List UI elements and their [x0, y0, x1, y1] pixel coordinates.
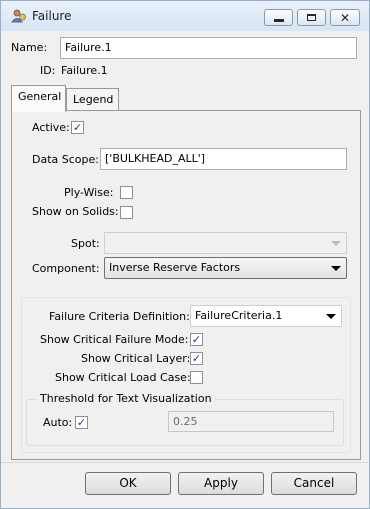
active-checkbox[interactable]: ✓: [71, 121, 84, 134]
spot-label: Spot:: [71, 237, 100, 250]
threshold-group: Threshold for Text Visualization Auto: ✓…: [26, 392, 344, 446]
maximize-button[interactable]: [297, 9, 326, 26]
id-value: Failure.1: [61, 64, 108, 77]
ply-wise-checkbox[interactable]: [120, 186, 133, 199]
minimize-button[interactable]: [264, 9, 293, 26]
close-icon: ✕: [340, 11, 351, 25]
button-separator: [1, 462, 369, 463]
id-label: ID:: [40, 64, 56, 77]
component-dropdown[interactable]: Inverse Reserve Factors: [104, 257, 347, 279]
criteria-definition-value: FailureCriteria.1: [195, 309, 283, 322]
critical-load-case-label: Show Critical Load Case:: [55, 371, 191, 384]
data-scope-label: Data Scope:: [32, 153, 99, 166]
threshold-value-field[interactable]: 0.25: [168, 411, 334, 432]
threshold-group-title: Threshold for Text Visualization: [37, 392, 215, 405]
critical-load-case-checkbox[interactable]: [190, 371, 203, 384]
data-scope-field[interactable]: ['BULKHEAD_ALL']: [100, 148, 347, 170]
tab-legend[interactable]: Legend: [66, 88, 119, 112]
tab-general[interactable]: General: [11, 85, 66, 112]
failure-dialog: Failure ✕ Name: Failure.1 ID: Failure.1 …: [0, 0, 370, 509]
chevron-down-icon: [331, 241, 341, 246]
general-tab-panel: Active: ✓ Data Scope: ['BULKHEAD_ALL'] P…: [11, 110, 361, 460]
show-on-solids-checkbox[interactable]: [120, 206, 133, 219]
auto-checkbox[interactable]: ✓: [75, 416, 88, 429]
show-on-solids-label: Show on Solids:: [32, 205, 119, 218]
minimize-icon: [274, 19, 284, 22]
criteria-definition-label: Failure Criteria Definition:: [49, 310, 190, 323]
critical-failure-mode-checkbox[interactable]: ✓: [190, 333, 203, 346]
chevron-down-icon: [326, 314, 336, 319]
name-field[interactable]: Failure.1: [60, 37, 357, 59]
auto-label: Auto:: [43, 416, 73, 429]
spot-dropdown[interactable]: [104, 232, 347, 254]
critical-layer-label: Show Critical Layer:: [81, 352, 191, 365]
critical-layer-checkbox[interactable]: ✓: [190, 352, 203, 365]
chevron-down-icon: [331, 266, 341, 271]
criteria-definition-dropdown[interactable]: FailureCriteria.1: [190, 305, 342, 327]
name-label: Name:: [11, 41, 48, 54]
criteria-group: Failure Criteria Definition: FailureCrit…: [21, 297, 351, 453]
cancel-button[interactable]: Cancel: [271, 472, 357, 495]
maximize-icon: [307, 14, 316, 21]
component-label: Component:: [32, 262, 100, 275]
apply-button[interactable]: Apply: [178, 472, 264, 495]
active-label: Active:: [32, 121, 70, 134]
ok-button[interactable]: OK: [85, 472, 171, 495]
window-title: Failure: [32, 9, 72, 23]
ply-wise-label: Ply-Wise:: [64, 186, 114, 199]
failure-app-icon: [11, 9, 26, 23]
critical-failure-mode-label: Show Critical Failure Mode:: [40, 333, 189, 346]
component-value: Inverse Reserve Factors: [109, 261, 241, 274]
title-bar[interactable]: Failure ✕: [1, 1, 369, 31]
close-button[interactable]: ✕: [330, 9, 360, 26]
